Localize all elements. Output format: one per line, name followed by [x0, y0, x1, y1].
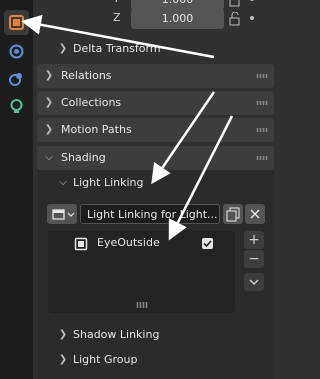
- annotation-arrows: [21, 14, 234, 241]
- arrow-to-eye-outside: [168, 115, 234, 241]
- arrow-to-object-tab: [21, 14, 215, 59]
